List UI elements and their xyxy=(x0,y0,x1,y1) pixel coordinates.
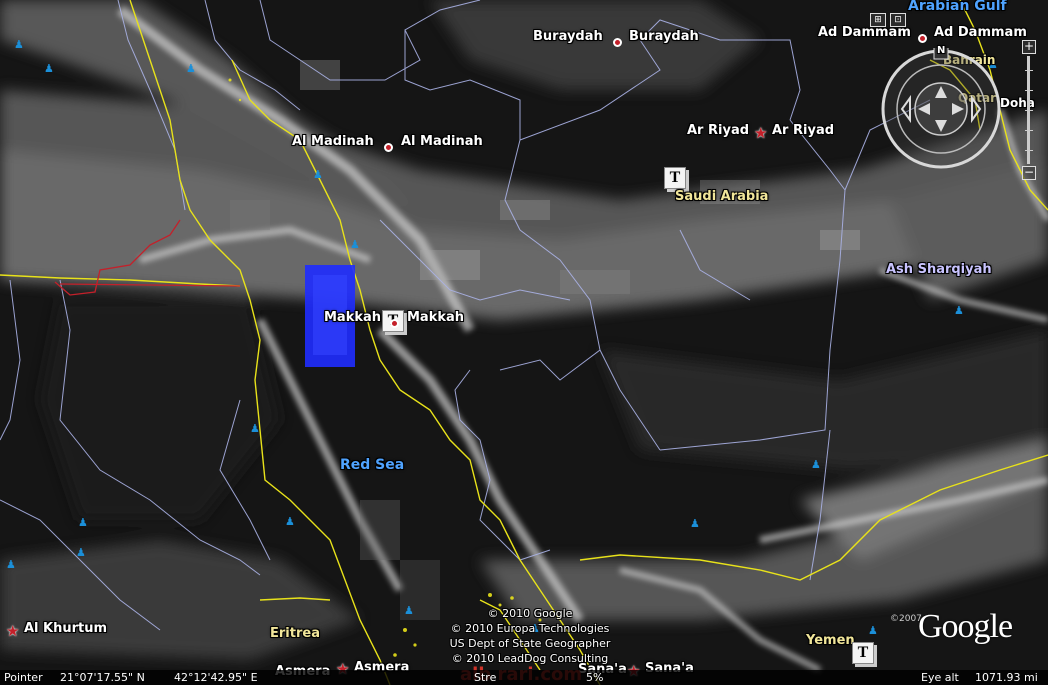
placemark-icon[interactable]: ♟ xyxy=(811,458,821,471)
placemark-icon[interactable]: ♟ xyxy=(78,516,88,529)
capital-star-icon[interactable]: ★ xyxy=(754,126,767,141)
city-label: Ad Dammam xyxy=(934,25,1027,40)
city-label: Al Khurtum xyxy=(24,621,108,636)
navigation-compass[interactable] xyxy=(880,48,1002,170)
sea-label: Red Sea xyxy=(340,457,405,473)
placemark-icon[interactable]: ♟ xyxy=(313,168,323,181)
attribution-line: © 2010 Europa Technologies xyxy=(450,622,610,635)
placemark-icon[interactable]: ♟ xyxy=(186,62,196,75)
placemark-icon[interactable]: ♟ xyxy=(250,422,260,435)
placemark-icon[interactable]: ♟ xyxy=(44,62,54,75)
city-label: Buraydah xyxy=(629,29,699,44)
city-marker[interactable] xyxy=(918,34,927,43)
status-bar: Pointer 21°07'17.55" N 42°12'42.95" E St… xyxy=(0,670,1048,685)
streaming-label: Stre xyxy=(474,671,497,684)
country-label: Eritrea xyxy=(270,626,320,641)
placemark-icon[interactable]: ♟ xyxy=(954,304,964,317)
streaming-percent: 5% xyxy=(586,671,604,684)
placemark-icon[interactable]: ♟ xyxy=(14,38,24,51)
eye-alt-label: Eye alt xyxy=(921,671,959,684)
city-label: Al Madinah xyxy=(292,134,374,149)
placemark-icon[interactable]: ♟ xyxy=(868,624,878,637)
capital-star-icon[interactable]: ★ xyxy=(6,624,19,639)
country-label: Saudi Arabia xyxy=(675,189,769,204)
layer-toggle-button[interactable]: ⊡ xyxy=(890,13,906,27)
zoom-tick xyxy=(1025,130,1033,131)
zoom-slider[interactable]: + − xyxy=(1022,40,1036,180)
city-label: Al Madinah xyxy=(401,134,483,149)
attribution: © 2010 Google © 2010 Europa Technologies… xyxy=(430,606,630,666)
placemark-icon[interactable]: ♟ xyxy=(404,604,414,617)
country-label: Yemen xyxy=(806,633,855,648)
city-label: Ar Riyad xyxy=(687,123,750,138)
eye-alt-value: 1071.93 mi xyxy=(975,671,1038,684)
zoom-in-button[interactable]: + xyxy=(1022,40,1036,54)
placemark-icon[interactable]: ♟ xyxy=(76,546,86,559)
placemark-icon[interactable]: ♟ xyxy=(690,517,700,530)
longitude-readout: 42°12'42.95" E xyxy=(174,671,258,684)
city-marker[interactable] xyxy=(384,143,393,152)
sea-label: Arabian Gulf xyxy=(908,0,1007,14)
map-viewport[interactable]: ♟ ♟ ♟ ♟ ♟ ♟ ♟ ♟ ♟ ♟ ♟ ♟ ♟ ♟ ♟ ♟ ♟ Burayd… xyxy=(0,0,1048,685)
region-label: Ash Sharqiyah xyxy=(886,262,992,277)
zoom-tick xyxy=(1025,70,1033,71)
zoom-tick xyxy=(1025,90,1033,91)
news-icon[interactable]: T xyxy=(852,642,874,664)
city-label: Ar Riyad xyxy=(772,123,835,138)
attribution-line: US Dept of State Geographer xyxy=(449,637,611,650)
city-label: Makkah xyxy=(324,310,382,325)
pointer-label: Pointer xyxy=(4,671,43,684)
city-label: Makkah xyxy=(407,310,465,325)
google-logo: Google xyxy=(918,608,1013,645)
city-label: Buraydah xyxy=(533,29,603,44)
city-marker[interactable] xyxy=(613,38,622,47)
city-label: Ad Dammam xyxy=(818,25,911,40)
zoom-out-button[interactable]: − xyxy=(1022,166,1036,180)
placemark-icon[interactable]: ♟ xyxy=(350,238,360,251)
north-indicator[interactable]: N xyxy=(937,45,945,56)
news-icon[interactable]: T xyxy=(664,167,686,189)
placemark-icon[interactable]: ♟ xyxy=(285,515,295,528)
view-toggle-button[interactable]: ⊞ xyxy=(870,13,886,27)
zoom-tick xyxy=(1025,150,1033,151)
city-marker[interactable] xyxy=(390,319,399,328)
latitude-readout: 21°07'17.55" N xyxy=(60,671,145,684)
attribution-line: © 2010 Google xyxy=(487,607,573,620)
placemark-icon[interactable]: ♟ xyxy=(6,558,16,571)
zoom-tick xyxy=(1025,110,1033,111)
